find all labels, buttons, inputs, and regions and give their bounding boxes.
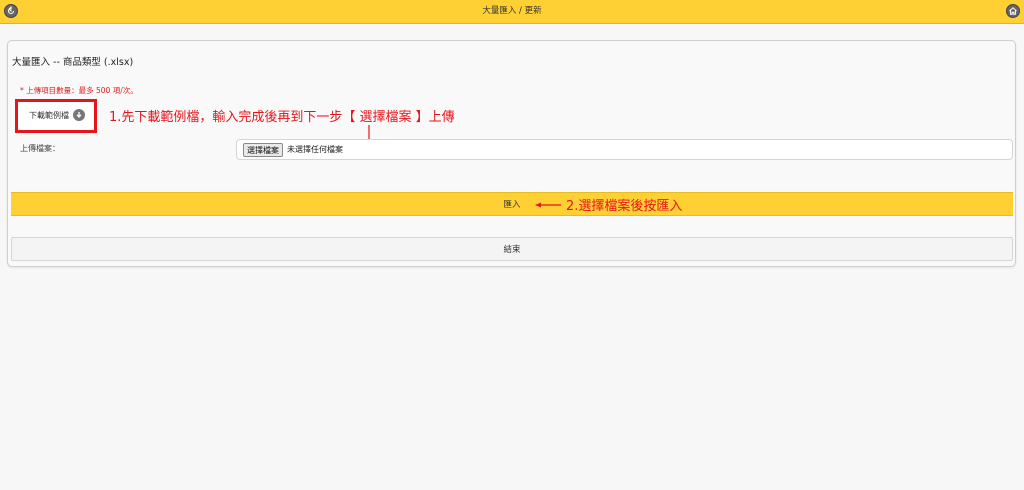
download-sample-button[interactable]: 下載範例檔: [29, 109, 85, 121]
end-label: 結束: [503, 245, 521, 255]
home-button[interactable]: [1006, 4, 1020, 18]
arrow-left-icon: [535, 202, 561, 208]
step2-annotation: 2.選擇檔案後按匯入: [566, 199, 683, 214]
home-icon: [1009, 7, 1017, 15]
import-button[interactable]: 匯入: [11, 192, 1013, 216]
download-icon: [73, 109, 85, 121]
download-highlight-box: 下載範例檔: [15, 99, 97, 133]
top-header-bar: 大量匯入 / 更新: [0, 0, 1024, 24]
step1-annotation: 1.先下載範例檔，輸入完成後再到下一步【 選擇檔案 】上傳: [109, 110, 455, 125]
upload-limit-notice: * 上傳項目數量：最多 500 項/次。: [20, 86, 138, 95]
download-sample-label: 下載範例檔: [29, 110, 69, 120]
file-input[interactable]: 選擇檔案 未選擇任何檔案: [236, 139, 1013, 160]
file-status: 未選擇任何檔案: [287, 145, 343, 154]
choose-file-button[interactable]: 選擇檔案: [243, 142, 283, 157]
end-button[interactable]: 結束: [11, 237, 1013, 261]
panel-title: 大量匯入 -- 商品類型 (.xlsx): [12, 57, 134, 68]
import-label: 匯入: [503, 200, 521, 210]
page-title: 大量匯入 / 更新: [482, 6, 542, 16]
upload-file-label: 上傳檔案：: [20, 144, 60, 153]
import-panel: 大量匯入 -- 商品類型 (.xlsx) * 上傳項目數量：最多 500 項/次…: [7, 40, 1016, 267]
